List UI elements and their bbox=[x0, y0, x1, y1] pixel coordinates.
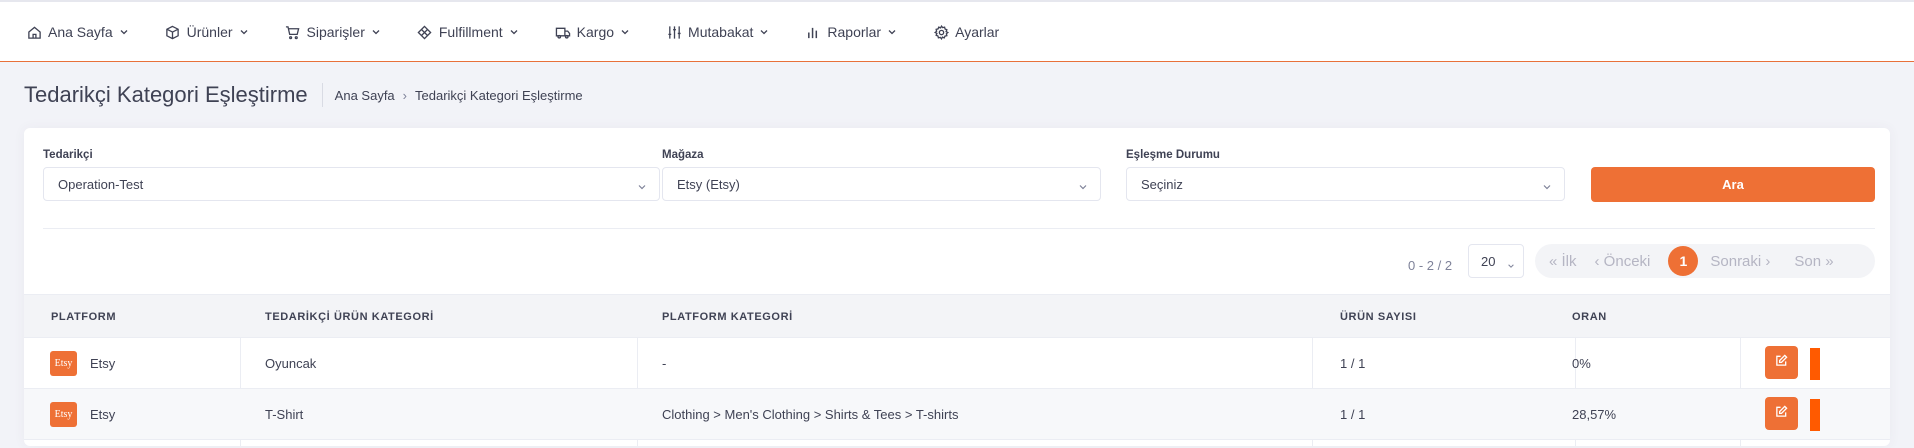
nav-label: Kargo bbox=[576, 24, 615, 40]
breadcrumb: Ana Sayfa › Tedarikçi Kategori Eşleştirm… bbox=[335, 88, 583, 103]
chevron-down-icon bbox=[119, 27, 129, 37]
box-icon bbox=[165, 24, 181, 40]
chevron-down-icon bbox=[887, 27, 897, 37]
supplier-category-cell: Oyuncak bbox=[265, 356, 317, 371]
edit-button[interactable] bbox=[1765, 397, 1798, 430]
nav-label: Ayarlar bbox=[955, 24, 1000, 40]
edit-button[interactable] bbox=[1765, 346, 1798, 379]
search-button[interactable]: Ara bbox=[1591, 167, 1875, 202]
nav-item-fulfillment[interactable]: Fulfillment bbox=[417, 24, 519, 40]
product-count-cell: 1 / 1 bbox=[1340, 407, 1366, 422]
nav-label: Ürünler bbox=[186, 24, 233, 40]
platform-name: Etsy bbox=[90, 407, 116, 422]
platform-category-cell: - bbox=[662, 356, 667, 371]
nav-item-raporlar[interactable]: Raporlar bbox=[805, 24, 897, 40]
chevron-down-icon bbox=[620, 27, 630, 37]
supplier-label: Tedarikçi bbox=[43, 149, 93, 161]
gear-icon bbox=[933, 24, 949, 40]
ratio-cell: 0% bbox=[1572, 356, 1591, 371]
chevron-down-icon bbox=[637, 180, 647, 190]
subheader: Tedarikçi Kategori Eşleştirme Ana Sayfa … bbox=[24, 80, 583, 110]
chevron-down-icon bbox=[1542, 180, 1552, 190]
table-row: Etsy Etsy T-Shirt Clothing > Men's Cloth… bbox=[24, 389, 1890, 440]
pagination: « İlk ‹ Önceki 1 Sonraki › Son » bbox=[1535, 244, 1875, 278]
chevron-down-icon bbox=[1507, 258, 1515, 268]
supplier-category-cell: T-Shirt bbox=[265, 407, 304, 422]
table-header: PLATFORM TEDARİKÇİ ÜRÜN KATEGORİ PLATFOR… bbox=[24, 294, 1890, 338]
nav-item-kargo[interactable]: Kargo bbox=[555, 24, 630, 40]
main-card: Tedarikçi Operation-Test Mağaza Etsy (Et… bbox=[24, 128, 1890, 446]
match-status-label: Eşleşme Durumu bbox=[1126, 149, 1220, 161]
platform-cell: Etsy Etsy bbox=[50, 338, 115, 389]
sliders-icon bbox=[666, 24, 682, 40]
pagination-current-page[interactable]: 1 bbox=[1668, 246, 1699, 276]
row-action-bar[interactable] bbox=[1810, 399, 1820, 431]
bar-chart-icon bbox=[805, 24, 821, 40]
package-icon bbox=[417, 24, 433, 40]
pagination-last[interactable]: Son » bbox=[1794, 253, 1833, 270]
truck-icon bbox=[555, 24, 571, 40]
column-header-ratio: ORAN bbox=[1572, 311, 1607, 323]
etsy-logo: Etsy bbox=[50, 402, 77, 427]
result-range: 0 - 2 / 2 bbox=[1408, 257, 1453, 273]
pagination-first[interactable]: « İlk bbox=[1549, 253, 1577, 270]
subheader-divider bbox=[321, 83, 323, 107]
nav-label: Siparişler bbox=[306, 24, 365, 40]
column-header-product-count: ÜRÜN SAYISI bbox=[1340, 311, 1417, 323]
nav-label: Mutabakat bbox=[688, 24, 754, 40]
store-select[interactable]: Etsy (Etsy) bbox=[662, 167, 1101, 201]
main-nav: Ana Sayfa Ürünler Siparişler Fulfillment… bbox=[26, 2, 1035, 62]
nav-item-ayarlar[interactable]: Ayarlar bbox=[933, 24, 999, 40]
cart-icon bbox=[285, 24, 301, 40]
table-row: Etsy Etsy Oyuncak - 1 / 1 0% bbox=[24, 338, 1890, 389]
edit-icon bbox=[1775, 404, 1788, 423]
chevron-down-icon bbox=[239, 27, 249, 37]
page-size-select[interactable]: 20 bbox=[1468, 244, 1524, 278]
match-status-select-value: Seçiniz bbox=[1141, 176, 1183, 192]
column-header-supplier-category: TEDARİKÇİ ÜRÜN KATEGORİ bbox=[265, 311, 434, 323]
supplier-select[interactable]: Operation-Test bbox=[43, 167, 660, 201]
breadcrumb-home-link[interactable]: Ana Sayfa bbox=[335, 88, 395, 103]
etsy-logo: Etsy bbox=[50, 351, 77, 376]
page-title: Tedarikçi Kategori Eşleştirme bbox=[24, 82, 308, 107]
top-navbar: Ana Sayfa Ürünler Siparişler Fulfillment… bbox=[0, 0, 1914, 62]
nav-item-ana-sayfa[interactable]: Ana Sayfa bbox=[26, 24, 129, 40]
chevron-down-icon bbox=[1078, 180, 1088, 190]
supplier-select-value: Operation-Test bbox=[58, 176, 144, 192]
chevron-down-icon bbox=[509, 27, 519, 37]
column-header-platform-category: PLATFORM KATEGORİ bbox=[662, 311, 793, 323]
edit-icon bbox=[1775, 353, 1788, 372]
page-size-value: 20 bbox=[1481, 253, 1496, 269]
platform-name: Etsy bbox=[90, 356, 116, 371]
pagination-next[interactable]: Sonraki › bbox=[1710, 253, 1770, 270]
ratio-cell: 28,57% bbox=[1572, 407, 1617, 422]
nav-item-siparisler[interactable]: Siparişler bbox=[285, 24, 381, 40]
pagination-prev[interactable]: ‹ Önceki bbox=[1595, 253, 1651, 270]
column-header-platform: PLATFORM bbox=[51, 311, 117, 323]
breadcrumb-current: Tedarikçi Kategori Eşleştirme bbox=[415, 87, 583, 103]
nav-label: Fulfillment bbox=[438, 24, 503, 40]
home-icon bbox=[26, 24, 42, 40]
nav-item-urunler[interactable]: Ürünler bbox=[165, 24, 249, 40]
breadcrumb-separator: › bbox=[402, 87, 408, 103]
platform-category-cell: Clothing > Men's Clothing > Shirts & Tee… bbox=[662, 407, 959, 422]
category-mapping-table: PLATFORM TEDARİKÇİ ÜRÜN KATEGORİ PLATFOR… bbox=[24, 294, 1890, 446]
store-select-value: Etsy (Etsy) bbox=[677, 176, 740, 192]
row-action-bar[interactable] bbox=[1810, 348, 1820, 380]
nav-item-mutabakat[interactable]: Mutabakat bbox=[666, 24, 769, 40]
product-count-cell: 1 / 1 bbox=[1340, 356, 1366, 371]
nav-label: Ana Sayfa bbox=[48, 24, 113, 40]
store-label: Mağaza bbox=[662, 149, 704, 161]
match-status-select[interactable]: Seçiniz bbox=[1126, 167, 1565, 201]
filter-divider bbox=[43, 228, 1875, 229]
chevron-down-icon bbox=[371, 27, 381, 37]
chevron-down-icon bbox=[759, 27, 769, 37]
platform-cell: Etsy Etsy bbox=[50, 389, 115, 440]
nav-label: Raporlar bbox=[827, 24, 882, 40]
